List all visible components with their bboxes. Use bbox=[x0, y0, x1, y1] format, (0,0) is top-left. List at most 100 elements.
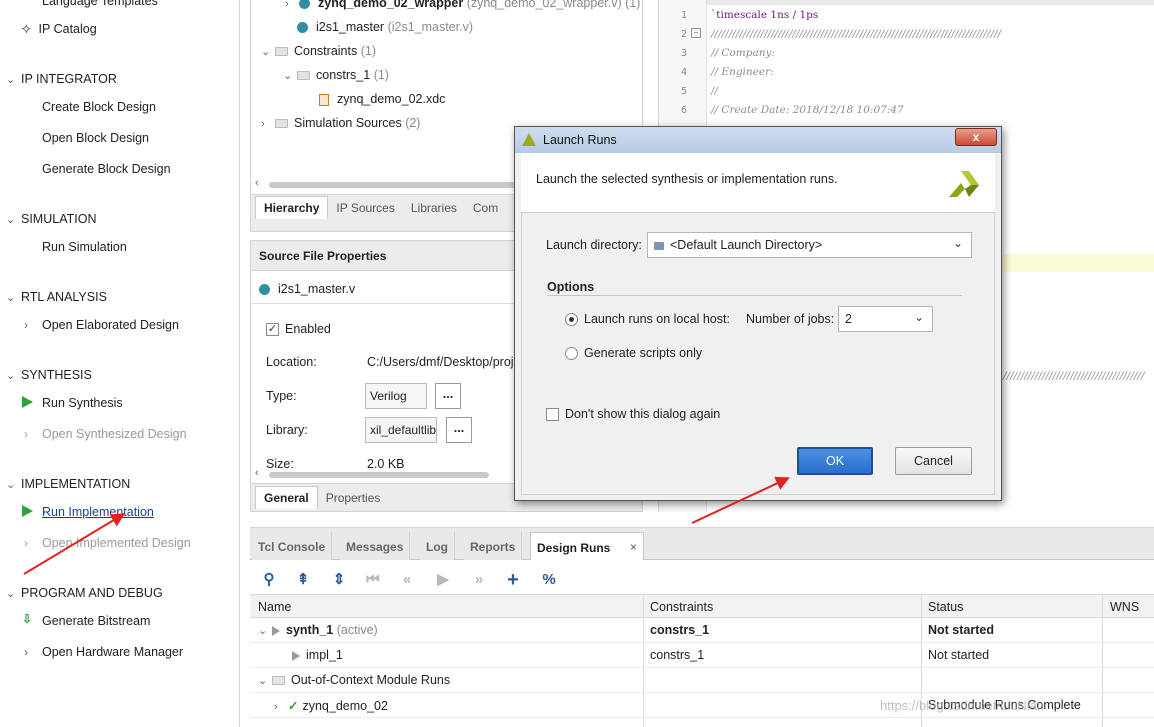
play-icon[interactable]: ▶ bbox=[432, 569, 454, 591]
column-name[interactable]: Name bbox=[258, 600, 291, 614]
chevron-down-icon[interactable]: ⌄ bbox=[258, 624, 272, 637]
tree-row-constrs-1[interactable]: ⌄ constrs_1 (1) bbox=[283, 68, 389, 82]
tree-row-wrapper[interactable]: › zynq_demo_02_wrapper (zynq_demo_02_wrap… bbox=[285, 0, 640, 10]
previous-icon[interactable]: « bbox=[396, 569, 418, 591]
chevron-down-icon[interactable]: ⌄ bbox=[283, 69, 297, 82]
horizontal-scrollbar[interactable]: ‹ bbox=[255, 467, 495, 479]
scroll-left-icon[interactable]: ‹ bbox=[255, 177, 259, 189]
tree-row-xdc[interactable]: zynq_demo_02.xdc bbox=[319, 92, 445, 106]
collapse-all-icon[interactable]: ⇞ bbox=[292, 569, 314, 591]
close-icon[interactable]: × bbox=[630, 540, 637, 554]
dialog-body: Launch directory: <Default Launch Direct… bbox=[521, 213, 995, 495]
section-simulation[interactable]: ⌄ SIMULATION bbox=[6, 212, 96, 226]
tab-compile-order[interactable]: Com bbox=[465, 197, 506, 219]
nav-language-templates[interactable]: Language Templates bbox=[42, 0, 158, 8]
table-row[interactable]: ⌄ Out-of-Context Module Runs bbox=[250, 668, 1154, 693]
dialog-titlebar[interactable]: Launch Runs x bbox=[515, 127, 1001, 153]
section-ip-integrator[interactable]: ⌄ IP INTEGRATOR bbox=[6, 72, 117, 86]
dont-show-checkbox[interactable]: Don't show this dialog again bbox=[546, 407, 720, 422]
constraints-cell: constrs_1 bbox=[650, 623, 710, 637]
nav-ip-catalog[interactable]: ⯎ IP Catalog bbox=[22, 22, 97, 37]
nav-open-block-design[interactable]: Open Block Design bbox=[42, 131, 149, 145]
nav-generate-bitstream[interactable]: Generate Bitstream bbox=[42, 614, 150, 628]
radio-icon[interactable] bbox=[565, 347, 578, 361]
nav-open-elaborated-design[interactable]: Open Elaborated Design bbox=[42, 318, 179, 332]
chevron-right-icon[interactable]: › bbox=[285, 0, 299, 10]
nav-run-implementation[interactable]: Run Implementation bbox=[42, 505, 154, 519]
nav-run-synthesis[interactable]: Run Synthesis bbox=[42, 396, 123, 410]
first-icon[interactable]: ⏮ bbox=[362, 569, 384, 591]
section-implementation[interactable]: ⌄ IMPLEMENTATION bbox=[6, 477, 130, 491]
nav-open-hardware-manager[interactable]: Open Hardware Manager bbox=[42, 645, 183, 659]
nav-create-block-design[interactable]: Create Block Design bbox=[42, 100, 156, 114]
section-rtl-analysis[interactable]: ⌄ RTL ANALYSIS bbox=[6, 290, 107, 304]
file-name: i2s1_master.v bbox=[278, 282, 356, 296]
tab-design-runs[interactable]: Design Runs × bbox=[530, 532, 644, 560]
close-button[interactable]: x bbox=[955, 128, 997, 146]
search-icon[interactable]: ⚲ bbox=[258, 569, 280, 591]
library-browse-button[interactable]: ... bbox=[446, 417, 472, 443]
run-suffix: (active) bbox=[336, 623, 378, 637]
launch-local-radio[interactable]: Launch runs on local host: bbox=[565, 312, 730, 327]
run-name-cell: › ✓ zynq_demo_02 bbox=[274, 698, 388, 713]
tab-log[interactable]: Log bbox=[420, 532, 455, 560]
tab-hierarchy[interactable]: Hierarchy bbox=[255, 196, 329, 219]
tab-tcl-console[interactable]: Tcl Console bbox=[252, 532, 333, 560]
tab-libraries[interactable]: Libraries bbox=[403, 197, 465, 219]
tree-row-simulation-sources[interactable]: › Simulation Sources (2) bbox=[261, 116, 420, 130]
run-name: impl_1 bbox=[306, 648, 343, 662]
play-icon[interactable] bbox=[22, 505, 33, 517]
table-row[interactable]: ⌄ synth_1 (active) constrs_1 Not started bbox=[250, 618, 1154, 643]
section-synthesis[interactable]: ⌄ SYNTHESIS bbox=[6, 368, 92, 382]
tab-messages[interactable]: Messages bbox=[340, 532, 411, 560]
chevron-down-icon[interactable]: ⌄ bbox=[261, 45, 275, 58]
scroll-left-icon[interactable]: ‹ bbox=[255, 467, 259, 479]
column-status[interactable]: Status bbox=[928, 600, 963, 614]
nav-run-simulation[interactable]: Run Simulation bbox=[42, 240, 127, 254]
scrollbar-thumb[interactable] bbox=[269, 472, 489, 478]
chevron-right-icon[interactable]: › bbox=[274, 701, 288, 713]
column-constraints[interactable]: Constraints bbox=[650, 600, 713, 614]
next-icon[interactable]: » bbox=[468, 569, 490, 591]
checkmark-icon[interactable]: ✓ bbox=[266, 323, 279, 337]
chevron-right-icon[interactable]: › bbox=[24, 318, 28, 332]
nav-open-synthesized-design[interactable]: Open Synthesized Design bbox=[42, 427, 187, 441]
expand-all-icon[interactable]: ⇕ bbox=[328, 569, 350, 591]
launch-directory-select[interactable]: <Default Launch Directory> ⌄ bbox=[647, 232, 972, 258]
column-wns[interactable]: WNS bbox=[1110, 600, 1139, 614]
tab-ip-sources[interactable]: IP Sources bbox=[328, 197, 402, 219]
type-browse-button[interactable]: ... bbox=[435, 383, 461, 409]
nav-generate-block-design[interactable]: Generate Block Design bbox=[42, 162, 171, 176]
ok-button[interactable]: OK bbox=[797, 447, 873, 475]
line-number: 6 bbox=[680, 105, 687, 116]
chevron-right-icon[interactable]: › bbox=[24, 645, 28, 659]
current-line-highlight bbox=[999, 254, 1154, 272]
download-bits-icon[interactable]: ⇩ bbox=[22, 612, 32, 626]
section-program-debug[interactable]: ⌄ PROGRAM AND DEBUG bbox=[6, 586, 163, 600]
chevron-right-icon[interactable]: › bbox=[24, 536, 28, 550]
tree-row-constraints[interactable]: ⌄ Constraints (1) bbox=[261, 44, 376, 58]
checkbox-icon[interactable] bbox=[546, 408, 559, 422]
tab-general[interactable]: General bbox=[255, 486, 318, 509]
jobs-select[interactable]: 2 ⌄ bbox=[838, 306, 933, 332]
tab-reports[interactable]: Reports bbox=[464, 532, 523, 560]
chevron-right-icon[interactable]: › bbox=[24, 427, 28, 441]
scrollbar-thumb[interactable] bbox=[269, 182, 519, 188]
code-line: ////////////////////////////////////////… bbox=[711, 28, 1002, 40]
chevron-down-icon[interactable]: ⌄ bbox=[258, 674, 272, 687]
chevron-right-icon[interactable]: › bbox=[261, 118, 275, 130]
folder-icon bbox=[297, 71, 310, 81]
tab-properties[interactable]: Properties bbox=[318, 487, 389, 509]
tree-row-i2s1-master[interactable]: i2s1_master (i2s1_master.v) bbox=[297, 20, 473, 34]
percent-icon[interactable]: % bbox=[538, 569, 560, 591]
fold-icon[interactable]: − bbox=[691, 28, 701, 38]
generate-scripts-radio[interactable]: Generate scripts only bbox=[565, 346, 702, 361]
add-icon[interactable]: + bbox=[502, 569, 524, 591]
enabled-checkbox[interactable]: ✓ Enabled bbox=[266, 322, 331, 337]
play-icon[interactable] bbox=[22, 396, 33, 408]
table-row[interactable]: impl_1 constrs_1 Not started bbox=[250, 643, 1154, 668]
run-name: Out-of-Context Module Runs bbox=[291, 673, 451, 687]
radio-selected-icon[interactable] bbox=[565, 313, 578, 327]
section-title: PROGRAM AND DEBUG bbox=[21, 586, 163, 600]
cancel-button[interactable]: Cancel bbox=[895, 447, 972, 475]
